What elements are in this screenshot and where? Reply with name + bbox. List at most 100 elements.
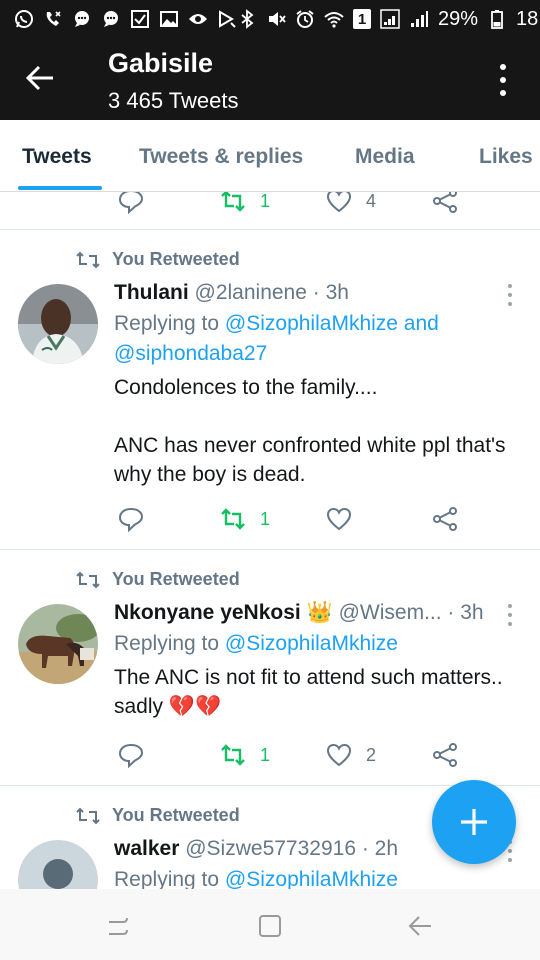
compose-tweet-button[interactable] [432,780,516,864]
replying-to: Replying to @SizophilaMkhize and @siphon… [114,309,528,369]
reply-icon [118,743,144,768]
overflow-menu-button[interactable] [488,60,518,100]
heart-icon [326,743,352,767]
signal-icon [409,9,429,29]
tweet-author-line: Nkonyane yeNkosi 👑 @Wisem... · 3h [114,601,492,625]
tweet-text: The ANC is not fit to attend such matter… [114,666,509,718]
clock-time: 18:59 [516,7,540,30]
back-button[interactable] [18,58,62,98]
recent-apps-button[interactable] [104,911,134,941]
chat-bubble-icon [72,9,92,29]
share-button[interactable] [432,192,458,216]
retweet-button[interactable]: 1 [220,192,270,216]
share-button[interactable] [432,740,458,770]
tweet-time: · 3h [447,601,484,624]
sim-icon: 1 [353,9,371,29]
tweet-actions: 1 2 [114,740,474,770]
author-handle[interactable]: @Sizwe57732916 [185,837,356,860]
tab-tweets[interactable]: Tweets [22,145,92,169]
more-vertical-icon [500,64,506,70]
author-handle[interactable]: @Wisem... [339,601,442,624]
retweet-label: You Retweeted [112,249,240,269]
retweet-label: You Retweeted [112,805,240,825]
tweet-card[interactable]: You Retweeted Nkonyane yeNkosi 👑 @Wisem.… [0,550,540,786]
chat-bubble-icon [101,9,121,29]
retweet-button[interactable]: 1 [220,504,270,534]
crown-emoji: 👑 [306,601,333,624]
replying-to-label: Replying to [114,868,225,889]
author-handle[interactable]: @2laninene [195,281,307,304]
active-tab-indicator [18,186,102,190]
retweet-icon [76,571,100,588]
retweeted-indicator: You Retweeted [76,569,240,590]
retweet-icon [221,508,245,530]
share-button[interactable] [432,504,458,534]
tab-media[interactable]: Media [355,145,415,169]
image-icon [159,9,179,29]
share-icon [433,507,457,531]
tab-likes[interactable]: Likes [479,145,533,169]
retweet-icon [221,744,245,766]
author-name[interactable]: Nkonyane yeNkosi [114,601,301,624]
like-count: 4 [366,192,377,211]
retweet-count: 1 [260,508,271,529]
replying-to-label: Replying to [114,312,225,335]
back-nav-icon [408,916,431,936]
reply-button[interactable] [118,504,144,534]
author-name[interactable]: walker [114,837,179,860]
reply-button[interactable] [118,740,144,770]
share-icon [433,192,457,213]
tweet-text: Condolences to the family.... ANC has ne… [114,376,506,486]
reply-icon [118,507,144,532]
replying-to-label: Replying to [114,632,225,655]
tweet-actions: 1 [114,504,474,534]
retweet-count: 1 [260,192,271,211]
retweet-icon [76,807,100,824]
default-avatar-icon [18,840,98,889]
like-button[interactable]: 4 [326,192,376,216]
reply-button[interactable] [118,192,144,216]
reply-mentions[interactable]: @SizophilaMkhize [225,868,398,889]
tweet-time: · 2h [361,837,399,860]
tweet-card[interactable]: You Retweeted Thulani @2laninene · 3h Re… [0,230,540,550]
heart-icon [326,192,352,213]
tweet-time: · 3h [312,281,349,304]
missed-call-icon [43,9,63,29]
alarm-icon [295,9,315,29]
reply-icon [118,192,144,214]
avatar-image [18,284,98,364]
retweet-button[interactable]: 1 [220,740,270,770]
avatar[interactable] [18,840,98,889]
back-arrow-icon [25,65,53,91]
more-vertical-icon [508,284,512,288]
play-icon [217,9,237,29]
author-name[interactable]: Thulani [114,281,189,304]
like-button[interactable]: 2 [326,740,376,770]
like-count: 2 [366,744,377,765]
back-nav-button[interactable] [406,911,436,941]
bluetooth-icon [237,9,257,29]
home-button[interactable] [255,911,285,941]
battery-icon [487,9,507,29]
plus-icon [461,809,487,835]
system-navigation-bar [0,889,540,960]
replying-to: Replying to @SizophilaMkhize [114,865,528,889]
retweeted-indicator: You Retweeted [76,805,240,826]
tweet-menu-button[interactable] [508,604,514,626]
profile-tabs: Tweets Tweets & replies Media Likes [0,120,540,192]
tweet-author-line: walker @Sizwe57732916 · 2h [114,837,492,861]
avatar[interactable] [18,604,98,684]
notification-icons [14,9,237,29]
share-icon [433,743,457,767]
avatar[interactable] [18,284,98,364]
heart-icon [326,507,352,531]
tab-tweets-and-replies[interactable]: Tweets & replies [139,145,303,169]
like-button[interactable] [326,504,366,534]
checkbox-icon [130,9,150,29]
tweet-menu-button[interactable] [508,284,514,306]
reply-mentions[interactable]: @SizophilaMkhize [225,632,398,655]
wifi-icon [324,9,344,29]
recent-apps-icon [109,917,128,935]
home-icon [259,915,281,937]
tweet-card[interactable]: 1 4 [0,192,540,230]
